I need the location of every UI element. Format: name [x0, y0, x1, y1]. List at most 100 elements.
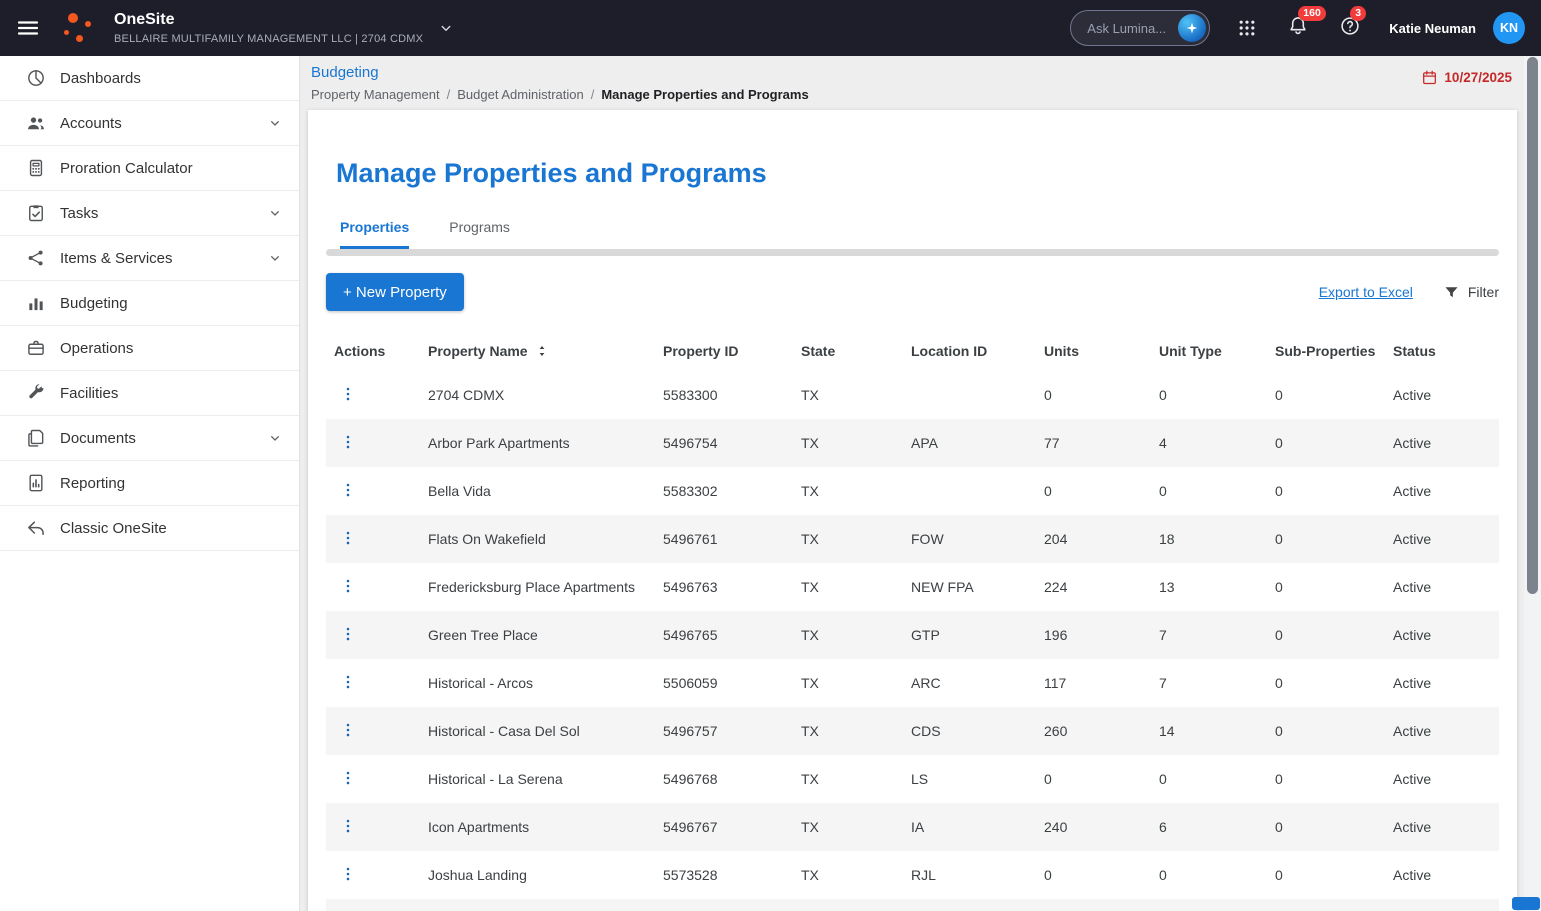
tab-programs[interactable]: Programs — [449, 219, 510, 249]
status-cell: Active — [1393, 771, 1432, 787]
units-cell: 0 — [1044, 387, 1052, 403]
kebab-menu-icon[interactable] — [339, 625, 357, 643]
status-cell: Active — [1393, 723, 1432, 739]
sidebar-item-operations[interactable]: Operations — [0, 326, 299, 371]
table-toolbar: + New Property Export to Excel Filter — [326, 273, 1499, 311]
units-cell: 204 — [1044, 531, 1068, 547]
kebab-menu-icon[interactable] — [339, 769, 357, 787]
user-avatar[interactable]: KN — [1493, 12, 1525, 44]
property-name-cell: Bella Vida — [428, 483, 491, 499]
table-row: Historical - Casa Del Sol 5496757 TX CDS 260… — [326, 707, 1499, 755]
kebab-menu-icon[interactable] — [339, 385, 357, 403]
org-switcher-chevron-icon[interactable] — [437, 19, 455, 37]
user-name[interactable]: Katie Neuman — [1389, 21, 1476, 36]
notifications-button[interactable]: 160 — [1287, 5, 1326, 42]
table-row: Mara Landing5521184TXMJL20480Active — [326, 899, 1499, 911]
units-cell: 0 — [1044, 867, 1052, 883]
property-name-cell: Historical - Casa Del Sol — [428, 723, 580, 739]
property-name-cell: Flats On Wakefield — [428, 531, 546, 547]
sidebar-item-accounts[interactable]: Accounts — [0, 101, 299, 146]
breadcrumb-item-property-management[interactable]: Property Management — [311, 87, 440, 102]
help-count-badge: 3 — [1350, 5, 1367, 22]
property-id-cell: 5583300 — [663, 387, 718, 403]
filter-button[interactable]: Filter — [1443, 284, 1499, 301]
kebab-menu-icon[interactable] — [339, 529, 357, 547]
sidebar-item-label: Tasks — [60, 204, 99, 222]
sidebar-item-label: Reporting — [60, 474, 126, 492]
state-cell: TX — [801, 675, 819, 691]
facilities-icon — [26, 383, 46, 403]
property-id-cell: 5496765 — [663, 627, 718, 643]
breadcrumb-section-link[interactable]: Budgeting — [311, 64, 379, 81]
content-card: Manage Properties and Programs Propertie… — [308, 110, 1517, 911]
scrollbar-corner-button[interactable] — [1512, 897, 1540, 910]
kebab-menu-icon[interactable] — [339, 673, 357, 691]
kebab-menu-icon[interactable] — [339, 577, 357, 595]
sort-icon[interactable] — [534, 343, 550, 359]
column-header-status: Status — [1393, 343, 1499, 359]
breadcrumb-item-budget-administration[interactable]: Budget Administration — [457, 87, 583, 102]
calculator-icon — [26, 158, 46, 178]
notification-count-badge: 160 — [1298, 5, 1326, 22]
hamburger-menu-icon[interactable] — [16, 16, 40, 40]
table-row: Joshua Landing 5573528 TX RJL 0 0 0 Active — [326, 851, 1499, 899]
sidebar-item-tasks[interactable]: Tasks — [0, 191, 299, 236]
chevron-down-icon — [267, 115, 283, 131]
breadcrumb: Property Management / Budget Administratio… — [311, 87, 1524, 102]
units-cell: 0 — [1044, 483, 1052, 499]
help-button[interactable]: 3 — [1339, 5, 1367, 42]
horizontal-scrollbar-track[interactable] — [326, 249, 1499, 256]
vertical-scrollbar-thumb[interactable] — [1527, 57, 1538, 594]
sidebar-item-documents[interactable]: Documents — [0, 416, 299, 461]
unit-type-cell: 0 — [1159, 483, 1167, 499]
location-id-cell: FOW — [911, 531, 944, 547]
unit-type-cell: 6 — [1159, 819, 1167, 835]
column-header-label: Units — [1044, 343, 1079, 359]
filter-label: Filter — [1467, 284, 1499, 300]
table-row: Flats On Wakefield 5496761 TX FOW 204 18 0 Acti… — [326, 515, 1499, 563]
row-actions-cell — [326, 721, 428, 742]
state-cell: TX — [801, 867, 819, 883]
kebab-menu-icon[interactable] — [339, 433, 357, 451]
sidebar-item-reporting[interactable]: Reporting — [0, 461, 299, 506]
sidebar-item-classic-onesite[interactable]: Classic OneSite — [0, 506, 299, 551]
sidebar-item-budgeting[interactable]: Budgeting — [0, 281, 299, 326]
property-name-cell: Fredericksburg Place Apartments — [428, 579, 635, 595]
row-actions-cell — [326, 817, 428, 838]
column-header-label: Actions — [334, 343, 386, 359]
kebab-menu-icon[interactable] — [339, 817, 357, 835]
row-actions-cell — [326, 577, 428, 598]
export-to-excel-link[interactable]: Export to Excel — [1319, 284, 1413, 300]
sidebar-item-facilities[interactable]: Facilities — [0, 371, 299, 416]
location-id-cell: NEW FPA — [911, 579, 974, 595]
state-cell: TX — [801, 771, 819, 787]
sidebar-nav: Dashboards Accounts Proration Calculator Ta… — [0, 56, 300, 911]
property-name-cell: Historical - Arcos — [428, 675, 534, 691]
sidebar-item-items-services[interactable]: Items & Services — [0, 236, 299, 281]
kebab-menu-icon[interactable] — [339, 865, 357, 883]
apps-grid-icon[interactable] — [1237, 18, 1257, 38]
sidebar-item-label: Classic OneSite — [60, 519, 167, 537]
sidebar-item-proration-calculator[interactable]: Proration Calculator — [0, 146, 299, 191]
units-cell: 224 — [1044, 579, 1068, 595]
sidebar-item-dashboards[interactable]: Dashboards — [0, 56, 299, 101]
breadcrumb-bar: Budgeting Property Management / Budget Adm… — [300, 56, 1524, 102]
operations-icon — [26, 338, 46, 358]
new-property-button[interactable]: + New Property — [326, 273, 464, 311]
chevron-down-icon — [267, 250, 283, 266]
sidebar-item-label: Budgeting — [60, 294, 128, 312]
tab-properties[interactable]: Properties — [340, 219, 410, 249]
sub-properties-cell: 0 — [1275, 867, 1283, 883]
location-id-cell: GTP — [911, 627, 940, 643]
state-cell: TX — [801, 531, 819, 547]
vertical-scrollbar-track[interactable] — [1524, 56, 1541, 911]
column-header-location-id: Location ID — [911, 343, 1044, 359]
unit-type-cell: 0 — [1159, 771, 1167, 787]
state-cell: TX — [801, 819, 819, 835]
table-row: Green Tree Place 5496765 TX GTP 196 7 0 Active — [326, 611, 1499, 659]
kebab-menu-icon[interactable] — [339, 481, 357, 499]
kebab-menu-icon[interactable] — [339, 721, 357, 739]
ask-lumina-search — [1070, 10, 1211, 46]
table-row: Bella Vida 5583302 TX 0 0 0 Active — [326, 467, 1499, 515]
table-row: Historical - Arcos 5506059 TX ARC 117 7 0 Activ… — [326, 659, 1499, 707]
